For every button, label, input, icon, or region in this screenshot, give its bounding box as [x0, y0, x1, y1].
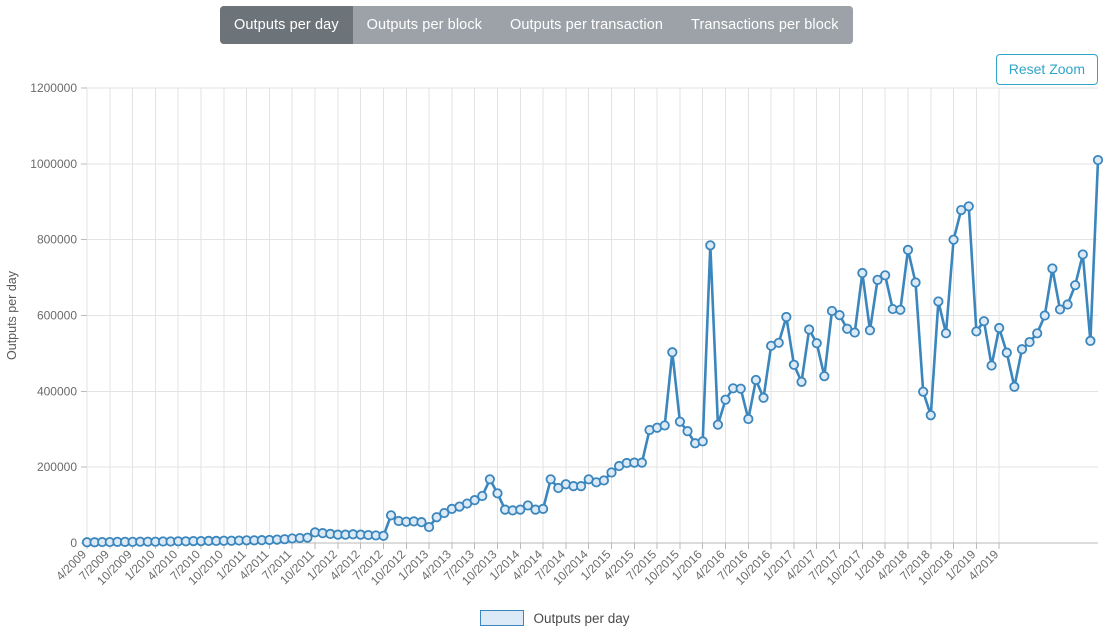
- series-data-point[interactable]: [735, 383, 746, 394]
- series-data-point[interactable]: [1032, 328, 1043, 339]
- series-data-point[interactable]: [781, 311, 792, 323]
- series-data-point[interactable]: [1039, 310, 1050, 321]
- series-data-point[interactable]: [537, 503, 549, 514]
- series-data-point[interactable]: [492, 488, 503, 499]
- legend-swatch-outputs-per-day[interactable]: [480, 610, 525, 626]
- y-tick-label: 400000: [37, 384, 77, 398]
- series-data-point[interactable]: [667, 347, 678, 358]
- y-axis-title: Outputs per day: [5, 270, 19, 360]
- series-data-point[interactable]: [1070, 280, 1081, 291]
- y-axis-ticks: 0 200000 400000 600000 800000 1000000 1200000: [30, 81, 87, 550]
- series-data-point[interactable]: [819, 371, 830, 382]
- series-data-point[interactable]: [788, 359, 800, 370]
- series-data-point[interactable]: [925, 410, 936, 421]
- series-data-point[interactable]: [750, 374, 762, 386]
- series-data-point[interactable]: [1062, 299, 1073, 310]
- series-data-point[interactable]: [423, 521, 435, 533]
- series-data-point[interactable]: [712, 419, 724, 430]
- series-data-point[interactable]: [994, 322, 1005, 334]
- series-data-point[interactable]: [880, 270, 891, 281]
- series-data-point[interactable]: [986, 360, 997, 371]
- series-data-point[interactable]: [720, 394, 731, 405]
- series-data-point[interactable]: [895, 304, 906, 315]
- series-data-point[interactable]: [971, 326, 982, 337]
- series-data-point[interactable]: [302, 532, 313, 543]
- y-tick-label: 200000: [37, 460, 77, 474]
- series-data-point[interactable]: [598, 475, 610, 486]
- series-data-point[interactable]: [811, 338, 822, 349]
- series-data-point[interactable]: [477, 490, 488, 502]
- chart-legend: Outputs per day: [0, 610, 1110, 626]
- series-data-point[interactable]: [697, 436, 708, 447]
- y-tick-label: 1200000: [30, 81, 77, 95]
- y-tick-label: 800000: [37, 233, 77, 247]
- y-tick-label: 600000: [37, 309, 77, 323]
- series-data-point[interactable]: [834, 310, 845, 321]
- series-data-point[interactable]: [674, 416, 686, 427]
- series-data-point[interactable]: [796, 376, 807, 387]
- series-data-point[interactable]: [636, 457, 648, 468]
- series-data-point[interactable]: [1092, 154, 1104, 166]
- series-data-point[interactable]: [1047, 263, 1058, 274]
- series-data-point[interactable]: [705, 240, 716, 251]
- series-data-point[interactable]: [1024, 336, 1035, 348]
- series-data-point[interactable]: [1085, 335, 1096, 346]
- series-data-point[interactable]: [1016, 344, 1028, 355]
- series-data-point[interactable]: [575, 481, 587, 492]
- chart-container[interactable]: 0 200000 400000 600000 800000 1000000 1200000 …: [0, 0, 1110, 639]
- series-data-point[interactable]: [963, 201, 974, 212]
- series-data-point[interactable]: [978, 316, 990, 327]
- series-data-point[interactable]: [378, 530, 389, 541]
- series-data-point[interactable]: [948, 234, 959, 245]
- series-data-point[interactable]: [545, 474, 556, 485]
- series-data-point[interactable]: [940, 328, 952, 339]
- series-data-point[interactable]: [758, 392, 769, 403]
- y-tick-label: 1000000: [30, 157, 77, 171]
- series-data-point[interactable]: [910, 277, 921, 288]
- y-axis-title-label: Outputs per day: [5, 270, 19, 360]
- series-data-point[interactable]: [606, 467, 617, 478]
- series-data-point[interactable]: [902, 244, 914, 255]
- x-axis-ticks: 4/20097/200910/20091/20104/20107/201010/…: [53, 543, 1002, 588]
- series-data-point[interactable]: [484, 474, 495, 485]
- series-data-point[interactable]: [1009, 381, 1020, 392]
- series-data-point[interactable]: [864, 325, 876, 336]
- series-data-point[interactable]: [849, 327, 860, 338]
- series-data-point[interactable]: [804, 324, 815, 335]
- series-data-point[interactable]: [682, 426, 693, 437]
- y-tick-label: 0: [70, 536, 77, 550]
- series-data-point[interactable]: [1001, 347, 1012, 358]
- series-outputs-per-day[interactable]: [81, 154, 1104, 548]
- legend-label-outputs-per-day[interactable]: Outputs per day: [533, 611, 629, 626]
- line-chart[interactable]: 020000040000060000080000010000001200000 …: [0, 0, 1110, 639]
- series-data-point[interactable]: [933, 296, 944, 307]
- series-data-point[interactable]: [1077, 249, 1088, 260]
- series-data-point[interactable]: [918, 386, 929, 397]
- series-data-point[interactable]: [659, 420, 670, 431]
- series-data-point[interactable]: [857, 267, 868, 279]
- series-data-point[interactable]: [773, 337, 784, 348]
- series-data-point[interactable]: [743, 413, 754, 425]
- series-data-point[interactable]: [385, 510, 397, 521]
